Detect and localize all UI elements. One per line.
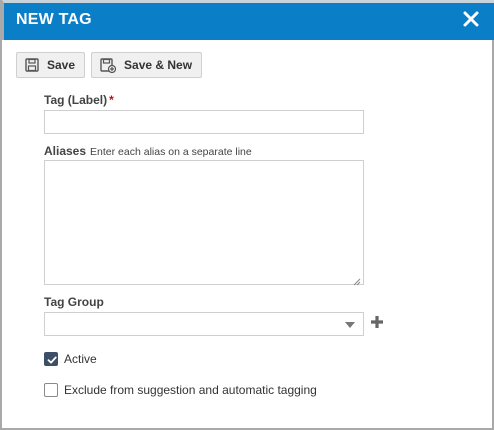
floppy-disk-plus-icon <box>100 57 117 73</box>
tag-group-select[interactable] <box>44 312 364 336</box>
aliases-hint: Enter each alias on a separate line <box>90 146 252 158</box>
tag-label-input[interactable] <box>44 110 364 134</box>
tag-label-text: Tag (Label) <box>44 93 108 107</box>
aliases-textarea[interactable] <box>44 160 364 286</box>
new-tag-dialog: NEW TAG Save Save & New Tag (Label) * Al… <box>0 0 494 430</box>
save-button[interactable]: Save <box>16 52 86 78</box>
dialog-title: NEW TAG <box>16 11 92 28</box>
exclude-label: Exclude from suggestion and automatic ta… <box>64 383 317 397</box>
save-and-new-label: Save & New <box>124 58 193 72</box>
exclude-checkbox-row[interactable]: Exclude from suggestion and automatic ta… <box>44 383 317 397</box>
aliases-label-text: Aliases <box>44 144 87 158</box>
aliases-label: Aliases Enter each alias on a separate li… <box>44 144 252 158</box>
dialog-titlebar: NEW TAG <box>2 0 494 40</box>
tag-group-label: Tag Group <box>44 295 104 309</box>
required-asterisk: * <box>109 93 114 107</box>
exclude-checkbox[interactable] <box>44 383 58 397</box>
save-button-label: Save <box>47 58 76 72</box>
save-and-new-button[interactable]: Save & New <box>91 52 203 78</box>
close-icon[interactable] <box>462 10 480 28</box>
chevron-down-icon <box>345 322 355 328</box>
active-checkbox-row[interactable]: Active <box>44 352 97 366</box>
resize-handle-icon[interactable] <box>353 274 361 286</box>
plus-icon[interactable] <box>369 314 385 330</box>
floppy-disk-icon <box>25 58 39 72</box>
tag-label: Tag (Label) * <box>44 93 114 107</box>
active-checkbox[interactable] <box>44 352 58 366</box>
toolbar: Save Save & New <box>16 52 203 78</box>
active-label: Active <box>64 352 97 366</box>
